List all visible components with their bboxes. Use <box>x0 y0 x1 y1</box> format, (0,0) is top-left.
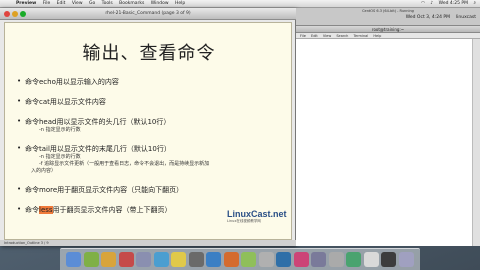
dock-app-icon[interactable] <box>346 252 361 267</box>
menu-view[interactable]: View <box>72 1 83 6</box>
menu-bookmarks[interactable]: Bookmarks <box>119 1 144 6</box>
terminal-body[interactable] <box>296 39 472 246</box>
wifi-icon[interactable]: ◠ <box>421 1 425 6</box>
dock-app-icon[interactable] <box>153 252 169 267</box>
dock <box>60 248 420 270</box>
terminal-menu-terminal[interactable]: Terminal <box>353 34 368 38</box>
volume-icon[interactable]: ♪ <box>430 1 433 6</box>
dock-app-icon[interactable] <box>188 252 204 267</box>
preview-window: rhel-21-Basic_Command (page 3 of 9) 输出、查… <box>0 8 296 246</box>
menu-clock[interactable]: Wed 4:25 PM <box>439 1 468 6</box>
terminal-menu-view[interactable]: View <box>323 34 331 38</box>
vm-user[interactable]: linuxcast <box>456 15 476 20</box>
vm-window: CentOS 6.3 (64-bit) - Running Wed Oct 3,… <box>296 8 480 246</box>
logo-brand: LinuxCast.net <box>227 209 287 219</box>
menu-file[interactable]: File <box>43 1 51 6</box>
bullet-less-prefix: 命令 <box>25 206 39 214</box>
dock-app-icon[interactable] <box>293 252 309 267</box>
slide-title: 输出、查看命令 <box>82 43 216 64</box>
slide-page: 输出、查看命令 命令echo用以显示输入的内容 命令cat用以显示文件内容 命令… <box>4 22 292 240</box>
preview-titlebar[interactable]: rhel-21-Basic_Command (page 3 of 9) <box>0 8 296 20</box>
dock-app-icon[interactable] <box>328 252 344 267</box>
menu-edit[interactable]: Edit <box>57 1 66 6</box>
menu-bar-items: Preview File Edit View Go Tools Bookmark… <box>16 0 190 7</box>
logo-tagline: Linux在线视频教学网 <box>227 219 261 223</box>
vm-clock: Wed Oct 3, 4:24 PM <box>405 15 450 20</box>
sub-tail-f-cont: 入的内容） <box>31 168 57 174</box>
bullet-more: 命令more用于翻页显示文件内容（只能向下翻页） <box>17 185 287 195</box>
dock-app-icon[interactable] <box>101 252 116 267</box>
dock-app-icon[interactable] <box>363 252 379 267</box>
terminal-menu-search[interactable]: Search <box>336 34 348 38</box>
dock-app-icon[interactable] <box>136 252 151 267</box>
menu-app-name[interactable]: Preview <box>16 1 36 6</box>
menu-tools[interactable]: Tools <box>102 1 113 6</box>
dock-app-icon[interactable] <box>118 252 134 267</box>
preview-statusbar: Introduction_Outline 3 / 9 <box>0 240 296 246</box>
sub-tail-f: -f 追踪显示文件更新（一般用于查看日志，命令不会退出，而是持续显示新加 <box>39 161 210 167</box>
dock-app-icon[interactable] <box>206 252 221 267</box>
dock-app-icon[interactable] <box>398 252 414 267</box>
linuxcast-logo: LinuxCast.net Linux在线视频教学网 <box>227 209 287 229</box>
dock-app-icon[interactable] <box>258 252 274 267</box>
dock-app-icon[interactable] <box>381 252 396 267</box>
vm-titlebar[interactable]: CentOS 6.3 (64-bit) - Running Wed Oct 3,… <box>296 8 480 26</box>
preview-window-title: rhel-21-Basic_Command (page 3 of 9) <box>105 11 191 16</box>
less-highlight: less <box>39 206 53 214</box>
dock-app-icon[interactable] <box>276 252 291 267</box>
dock-app-icon[interactable] <box>223 252 239 267</box>
terminal-titlebar[interactable]: root@training:~ <box>296 26 480 33</box>
dock-app-icon[interactable] <box>241 252 256 267</box>
bullet-echo: 命令echo用以显示输入的内容 <box>17 77 287 87</box>
terminal-menu-edit[interactable]: Edit <box>311 34 318 38</box>
bullet-head: 命令head用以显示文件的头几行（默认10行） <box>17 117 287 127</box>
dock-app-icon[interactable] <box>311 252 326 267</box>
menu-window[interactable]: Window <box>151 1 169 6</box>
dock-app-icon[interactable] <box>66 252 81 267</box>
dock-app-icon[interactable] <box>171 252 186 267</box>
terminal-menu-file[interactable]: File <box>300 34 306 38</box>
spotlight-icon[interactable]: ⌕ <box>473 1 476 6</box>
bullet-less-suffix: 用于翻页显示文件内容（带上下翻页） <box>52 206 172 214</box>
sub-head-n: -n 指定显示的行数 <box>39 127 81 133</box>
bullet-cat: 命令cat用以显示文件内容 <box>17 97 287 107</box>
menu-bar-status: ◠ ♪ Wed 4:25 PM ⌕ <box>417 0 476 7</box>
terminal-menu-help[interactable]: Help <box>373 34 381 38</box>
menu-go[interactable]: Go <box>89 1 95 6</box>
menu-bar: Preview File Edit View Go Tools Bookmark… <box>0 0 480 8</box>
dock-app-icon[interactable] <box>83 252 99 267</box>
bullet-tail: 命令tail用以显示文件的末尾几行（默认10行） <box>17 144 287 154</box>
menu-help[interactable]: Help <box>175 1 185 6</box>
sub-tail-n: -n 指定显示的行数 <box>39 154 81 160</box>
slide-bullets: 命令echo用以显示输入的内容 命令cat用以显示文件内容 命令head用以显示… <box>17 77 287 215</box>
vm-window-title: CentOS 6.3 (64-bit) - Running <box>362 9 414 13</box>
terminal-window-title: root@training:~ <box>371 27 405 32</box>
terminal-scrollbar[interactable] <box>472 39 480 246</box>
